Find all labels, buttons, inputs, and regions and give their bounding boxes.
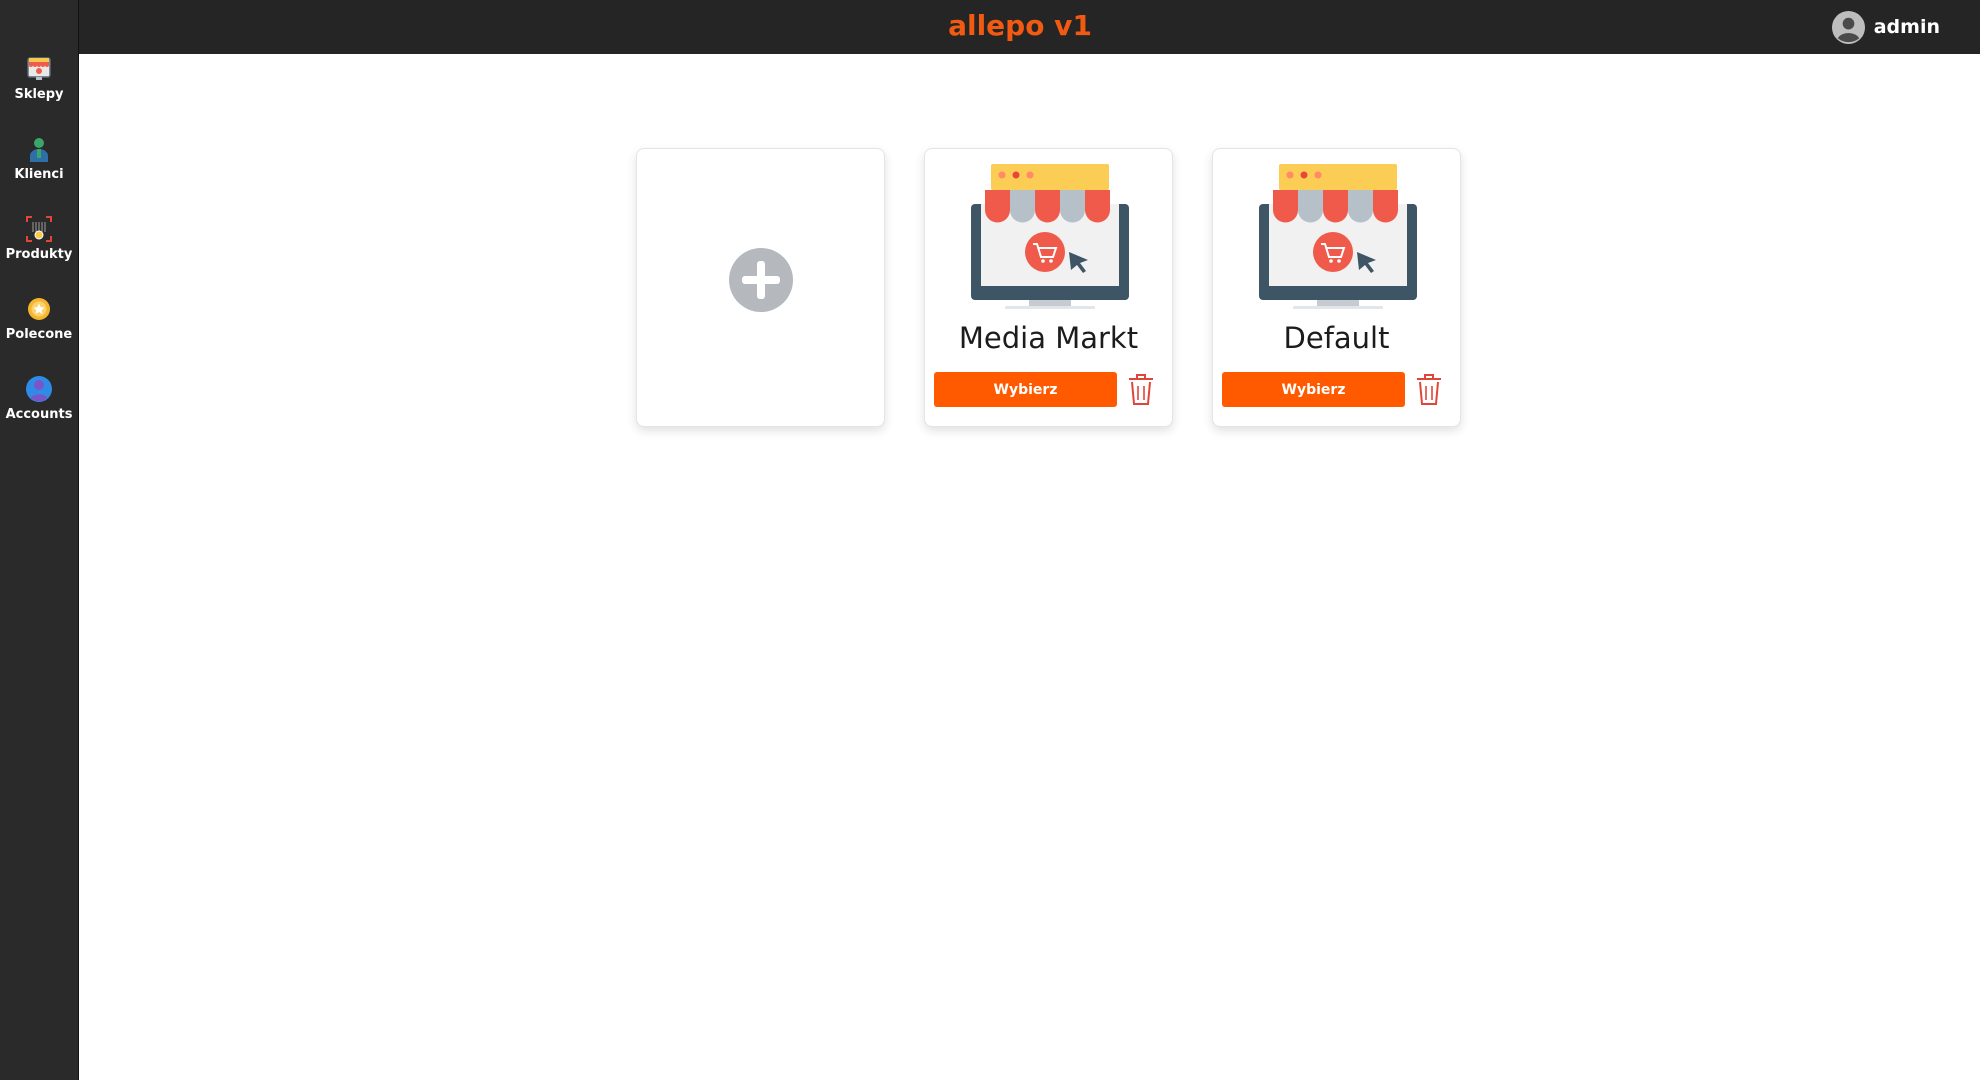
sidebar-item-klienci[interactable]: Klienci [0,128,78,198]
shop-name: Media Markt [958,321,1139,355]
shop-illustration [971,164,1129,309]
user-name: admin [1873,16,1940,38]
user-avatar-icon [1831,10,1865,44]
select-shop-button[interactable]: Wybierz [1222,372,1405,407]
account-icon [26,376,52,402]
top-bar: allepo v1 admin [79,0,1980,54]
add-shop-card[interactable] [636,148,885,427]
client-icon [30,138,48,162]
sidebar: Sklepy Klienci Produkty Polecone Account… [0,0,79,1080]
trash-icon[interactable] [1415,372,1443,406]
user-menu[interactable]: admin [1831,9,1940,45]
plus-circle-icon [729,248,793,312]
product-icon [26,216,52,242]
trash-icon[interactable] [1127,372,1155,406]
sidebar-item-label: Sklepy [14,87,64,102]
sidebar-item-sklepy[interactable]: Sklepy [0,48,78,118]
sidebar-item-label: Accounts [5,407,73,422]
sidebar-item-label: Produkty [5,247,73,262]
shop-card: Media Markt Wybierz [924,148,1173,427]
sidebar-item-label: Polecone [5,327,73,342]
sidebar-item-accounts[interactable]: Accounts [0,368,78,438]
select-shop-button[interactable]: Wybierz [934,372,1117,407]
shop-card: Default Wybierz [1212,148,1461,427]
sidebar-item-produkty[interactable]: Produkty [0,208,78,278]
sidebar-item-label: Klienci [14,167,64,182]
star-badge-icon [28,298,50,320]
app-title: allepo v1 [948,9,1092,42]
shop-name: Default [1283,321,1390,355]
shop-illustration [1259,164,1417,309]
shop-icon [27,57,51,80]
sidebar-item-polecone[interactable]: Polecone [0,288,78,358]
